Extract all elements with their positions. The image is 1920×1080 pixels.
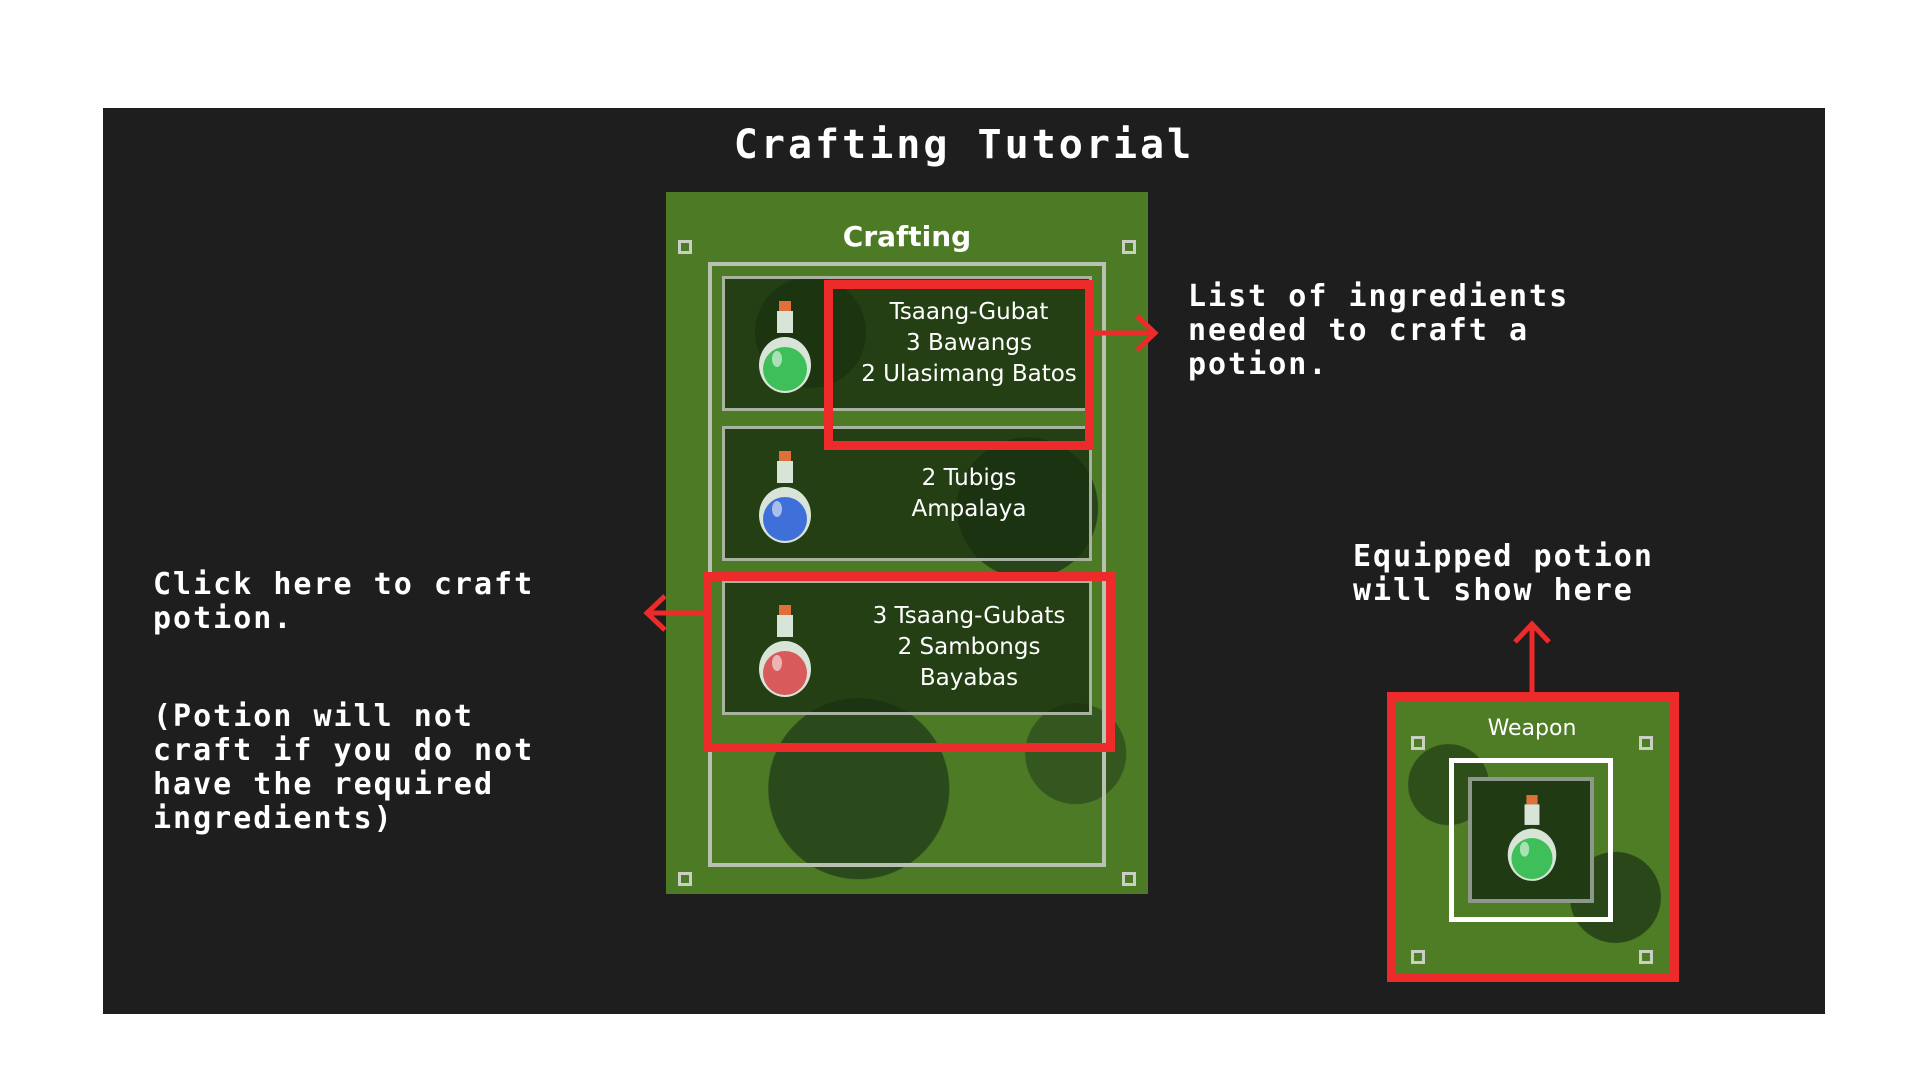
equipped-slot-highlight — [1387, 692, 1679, 982]
tutorial-screen: Crafting Tutorial Crafting Tsaang-Gubat … — [103, 108, 1825, 1014]
ingredient-line: Ampalaya — [911, 495, 1027, 522]
ingredients-note: List of ingredients needed to craft a po… — [1188, 279, 1570, 382]
ingredients-highlight — [824, 280, 1094, 450]
corner-ornament — [678, 872, 692, 886]
equipped-note: Equipped potion will show here — [1353, 539, 1654, 608]
green-potion-icon — [759, 301, 811, 393]
potion-liquid — [763, 347, 807, 391]
craft-note: Click here to craft potion. — [153, 567, 535, 636]
arrow-left-icon — [643, 594, 707, 632]
ingredient-line: 2 Tubigs — [921, 464, 1017, 491]
corner-ornament — [1122, 240, 1136, 254]
arrow-up-icon — [1513, 620, 1551, 700]
requirements-note: (Potion will not craft if you do not hav… — [153, 699, 535, 836]
corner-ornament — [1122, 872, 1136, 886]
craft-button-highlight — [703, 572, 1115, 752]
page-title: Crafting Tutorial — [733, 122, 1195, 168]
blue-potion-icon — [759, 451, 811, 543]
arrow-right-icon — [1093, 314, 1159, 352]
corner-ornament — [678, 240, 692, 254]
potion-liquid — [763, 497, 807, 541]
crafting-panel-title: Crafting — [842, 220, 972, 253]
